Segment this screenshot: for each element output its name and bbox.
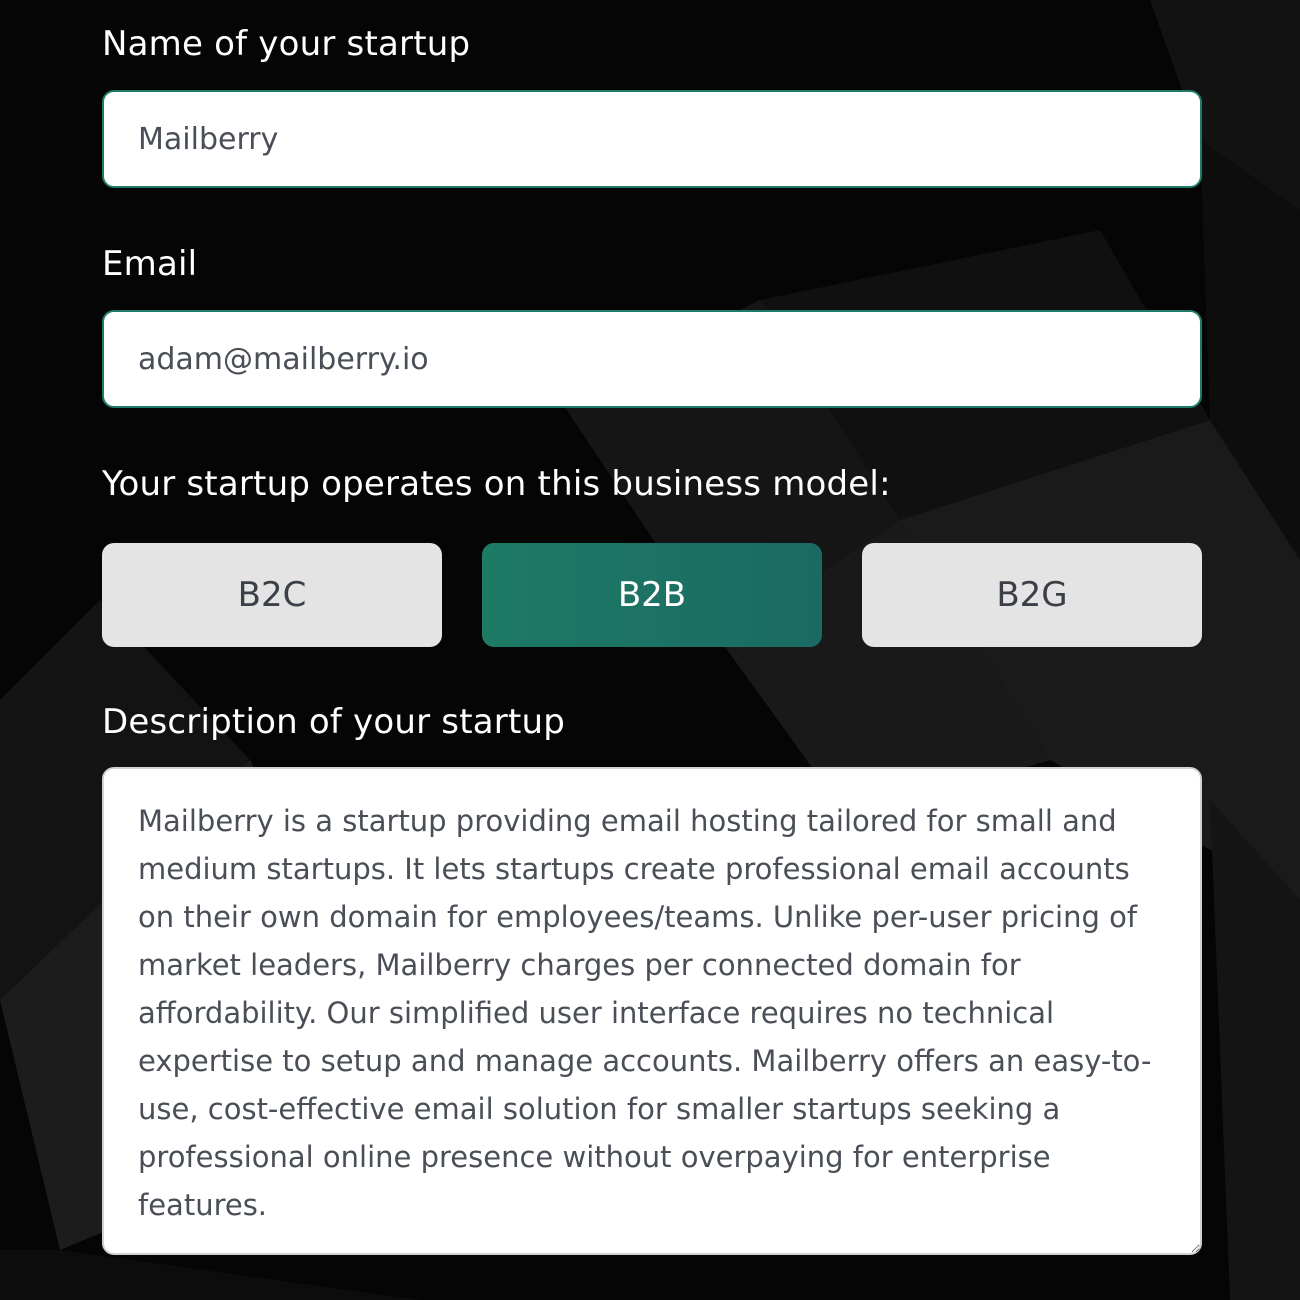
description-textarea[interactable]: Mailberry is a startup providing email h…: [102, 767, 1202, 1255]
business-model-label: Your startup operates on this business m…: [102, 464, 891, 504]
startup-name-input[interactable]: [102, 90, 1202, 188]
startup-name-label: Name of your startup: [102, 24, 471, 64]
business-model-option-b2b[interactable]: B2B: [482, 543, 822, 647]
business-model-option-b2g[interactable]: B2G: [862, 543, 1202, 647]
business-model-option-b2c[interactable]: B2C: [102, 543, 442, 647]
email-input[interactable]: [102, 310, 1202, 408]
email-label: Email: [102, 244, 198, 284]
description-label: Description of your startup: [102, 702, 566, 742]
